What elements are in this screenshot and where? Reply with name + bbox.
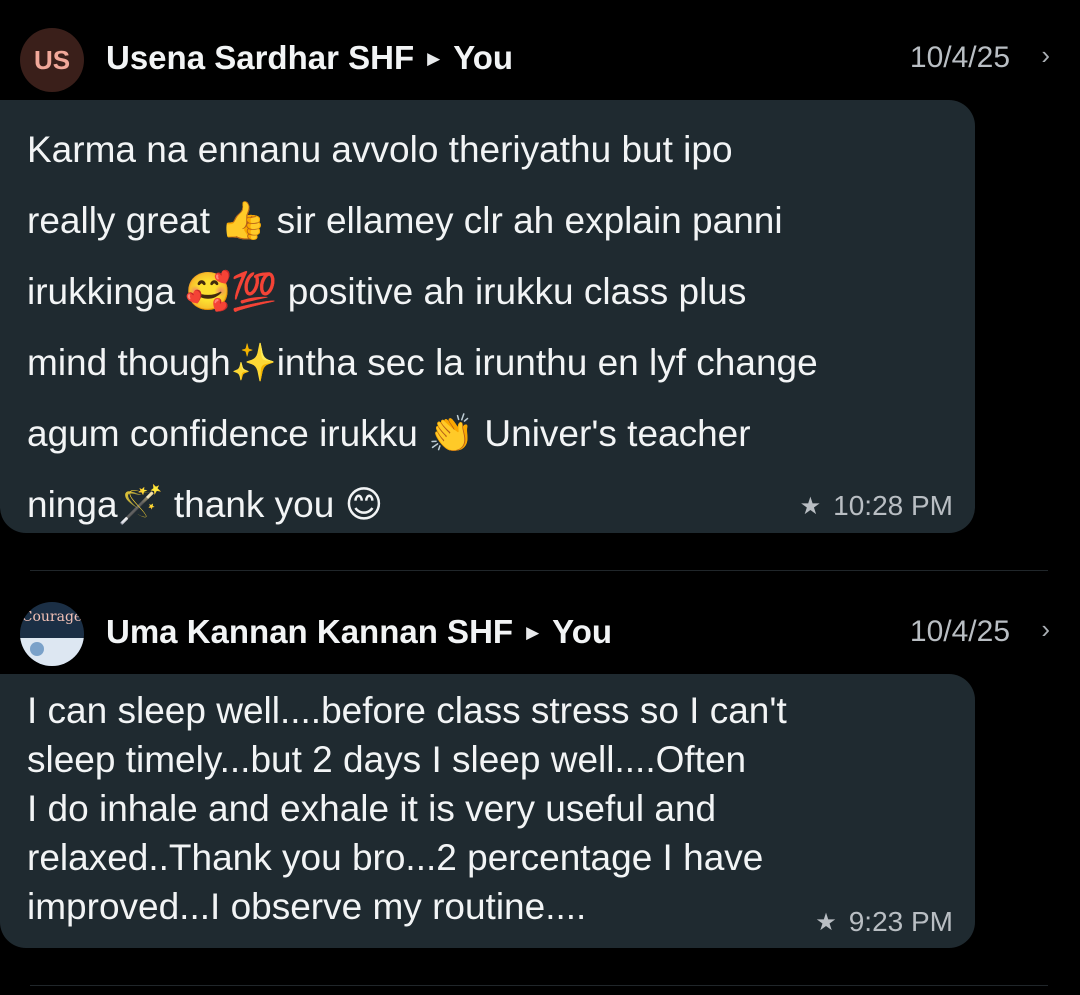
message-text: Karma na ennanu avvolo theriyathu but ip…: [27, 114, 957, 540]
avatar-image-art: [20, 638, 84, 666]
play-arrow-icon: ▶: [427, 49, 441, 68]
message-line: sleep timely...but 2 days I sleep well..…: [27, 739, 747, 780]
message-line: mind though✨intha sec la irunthu en lyf …: [27, 342, 818, 383]
message-bubble[interactable]: I can sleep well....before class stress …: [0, 674, 975, 948]
message-time: 10:28 PM: [833, 490, 953, 521]
star-icon: ★: [815, 908, 837, 936]
sender-name: Uma Kannan Kannan SHF: [106, 613, 514, 650]
avatar[interactable]: Courage: [20, 602, 84, 666]
divider: [30, 985, 1048, 986]
message-line: agum confidence irukku 👏 Univer's teache…: [27, 413, 751, 454]
message-bubble[interactable]: Karma na ennanu avvolo theriyathu but ip…: [0, 100, 975, 533]
chevron-right-icon[interactable]: ›: [1041, 40, 1050, 71]
message-line: I do inhale and exhale it is very useful…: [27, 788, 717, 829]
chevron-right-icon[interactable]: ›: [1041, 614, 1050, 645]
message-date: 10/4/25: [909, 41, 1010, 74]
message-line: Karma na ennanu avvolo theriyathu but ip…: [27, 129, 733, 170]
divider: [30, 570, 1048, 571]
message-line: I can sleep well....before class stress …: [27, 690, 787, 731]
message-header[interactable]: Courage Uma Kannan Kannan SHF ▶ You 10/4…: [0, 594, 1080, 674]
message-line: really great 👍 sir ellamey clr ah explai…: [27, 200, 783, 241]
message-meta: ★ 10:28 PM: [800, 490, 953, 522]
avatar-image-text: Courage: [21, 609, 83, 625]
sender-line: Usena Sardhar SHF ▶ You: [106, 39, 513, 77]
avatar[interactable]: US: [20, 28, 84, 92]
star-icon: ★: [799, 492, 822, 520]
message-line: relaxed..Thank you bro...2 percentage I …: [27, 837, 764, 878]
message-line: irukkinga 🥰💯 positive ah irukku class pl…: [27, 271, 747, 312]
play-arrow-icon: ▶: [526, 623, 540, 642]
recipient-name: You: [552, 613, 613, 650]
message-meta: ★ 9:23 PM: [815, 906, 953, 938]
sender-name: Usena Sardhar SHF: [106, 39, 415, 76]
recipient-name: You: [453, 39, 514, 76]
message-text: I can sleep well....before class stress …: [27, 686, 957, 931]
message-header[interactable]: US Usena Sardhar SHF ▶ You 10/4/25 ›: [0, 20, 1080, 100]
message-date: 10/4/25: [909, 615, 1010, 648]
sender-line: Uma Kannan Kannan SHF ▶ You: [106, 613, 612, 651]
message-time: 9:23 PM: [848, 906, 953, 937]
